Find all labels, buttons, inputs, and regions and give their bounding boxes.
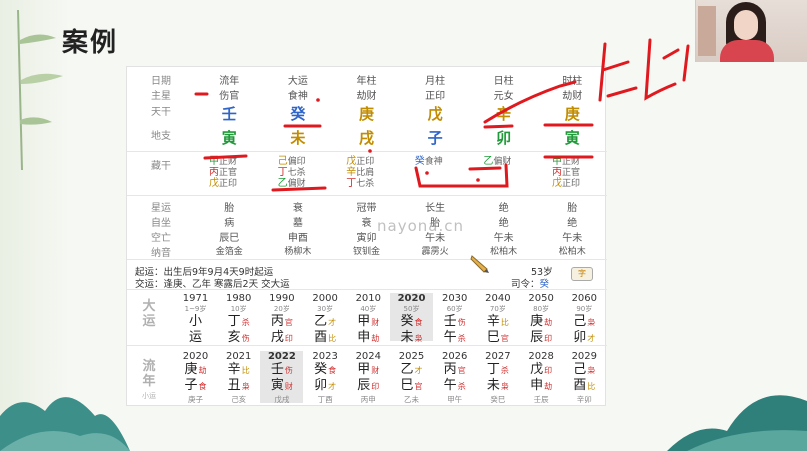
annotation-layer xyxy=(194,38,690,192)
handwritten-annotations xyxy=(194,38,690,192)
annotation-arrow xyxy=(483,80,577,124)
annotation-underline xyxy=(271,186,327,192)
annotation-underline xyxy=(483,124,514,129)
annotation-underline xyxy=(203,154,248,160)
annotation-underline xyxy=(468,166,502,171)
handwriting-stroke xyxy=(644,38,690,101)
handwriting-stroke xyxy=(598,42,638,102)
annotation-dots xyxy=(316,98,480,182)
